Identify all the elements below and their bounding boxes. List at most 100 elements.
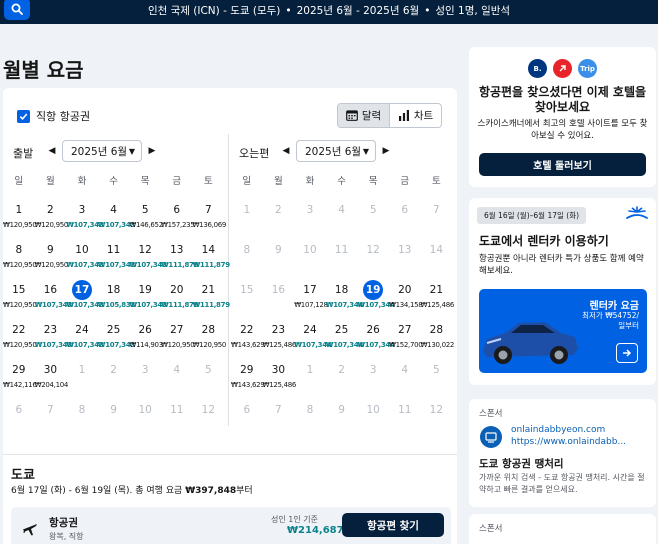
day-number: 13 <box>170 244 184 256</box>
advertiser-domain[interactable]: onlaindabbyeon.com <box>511 425 605 435</box>
prev-month-arrow-icon[interactable]: ◀ <box>47 146 57 156</box>
inbound-month-value: 2025년 6월 <box>305 145 362 158</box>
inbound-calendar: 오는편 ◀ 2025년 6월 ▼ ▶ 일월화수목금토 1 2 3 4 5 6 7 8 9 10 11 1… <box>231 136 455 438</box>
day-number: 6 <box>15 404 23 416</box>
sponsored-ad-2[interactable]: 스폰서 <box>469 514 656 544</box>
advertiser-url[interactable]: https://www.onlaindabb... <box>511 437 626 447</box>
day-number: 30 <box>43 364 58 376</box>
day-cell[interactable]: 29 ₩143,629 <box>231 358 265 398</box>
day-cell[interactable]: 23 ₩107,343 <box>35 318 73 358</box>
day-cell[interactable]: 30 ₩125,486 <box>263 358 297 398</box>
day-cell[interactable]: 30 ₩204,104 <box>34 358 69 398</box>
day-cell[interactable]: 7 ₩136,069 <box>192 198 227 238</box>
day-cell[interactable]: 19 ₩107,343 <box>129 278 167 318</box>
day-cell[interactable]: 11 ₩107,343 <box>98 238 136 278</box>
day-cell[interactable]: 23 ₩125,486 <box>262 318 297 358</box>
day-price: ₩120,950 <box>3 301 37 309</box>
day-cell: 10 <box>294 238 326 278</box>
day-cell[interactable]: 17 ₩107,128 <box>294 278 328 318</box>
weekday-label: 목 <box>368 176 378 187</box>
day-cell[interactable]: 19 ₩107,344 <box>357 278 395 318</box>
day-cell[interactable]: 8 ₩120,950 <box>3 238 37 278</box>
day-cell[interactable]: 16 ₩107,343 <box>35 278 73 318</box>
day-cell[interactable]: 26 ₩114,903 <box>129 318 163 358</box>
day-cell[interactable]: 27 ₩152,700 <box>389 318 423 358</box>
day-cell[interactable]: 2 ₩120,950 <box>35 198 69 238</box>
day-number: 9 <box>47 244 54 256</box>
day-cell[interactable]: 28 ₩130,022 <box>421 318 455 358</box>
day-cell[interactable]: 4 ₩107,343 <box>98 198 136 238</box>
day-cell: 1 <box>66 358 98 398</box>
car-promo-banner[interactable]: 렌터카 요금 최저가 ₩54752/일부터 <box>479 289 647 373</box>
sponsored-ad[interactable]: 스폰서 onlaindabbyeon.com https://www.onlai… <box>469 399 656 507</box>
day-cell[interactable]: 22 ₩120,950 <box>3 318 37 358</box>
day-cell[interactable]: 14 ₩111,879 <box>193 238 231 278</box>
day-cell: 9 <box>263 238 295 278</box>
day-cell[interactable]: 20 ₩134,158 <box>389 278 423 318</box>
day-cell[interactable]: 21 ₩125,486 <box>421 278 455 318</box>
day-number: 12 <box>138 244 152 256</box>
day-cell[interactable]: 27 ₩120,950 <box>161 318 195 358</box>
day-cell[interactable]: 12 ₩107,343 <box>129 238 167 278</box>
next-month-arrow-icon[interactable]: ▶ <box>381 146 391 156</box>
chart-view-button[interactable]: 차트 <box>389 104 441 127</box>
day-price: ₩107,343 <box>66 341 104 349</box>
day-cell[interactable]: 17 ₩107,343 <box>66 278 104 318</box>
day-number: 15 <box>12 284 26 296</box>
car-hire-card[interactable]: 6월 16일 (월)–6월 17일 (화) 도쿄에서 렌터카 이용하기 항공권뿐… <box>469 198 656 385</box>
outbound-month-select[interactable]: 2025년 6월 ▼ <box>62 140 142 162</box>
day-cell: 16 <box>263 278 295 318</box>
search-summary[interactable]: 인천 국제 (ICN) - 도쿄 (모두) • 2025년 6월 - 2025년 6… <box>0 3 658 18</box>
day-price: ₩125,486 <box>262 341 297 349</box>
inbound-month-select[interactable]: 2025년 6월 ▼ <box>296 140 376 162</box>
day-cell[interactable]: 20 ₩111,879 <box>161 278 199 318</box>
day-number: 2 <box>338 364 345 376</box>
day-price: ₩204,104 <box>34 381 69 389</box>
day-cell[interactable]: 10 ₩107,343 <box>66 238 104 278</box>
day-cell[interactable]: 18 ₩105,831 <box>98 278 136 318</box>
ad-title[interactable]: 도쿄 항공권 땡처리 <box>479 456 564 471</box>
day-cell[interactable]: 15 ₩120,950 <box>3 278 37 318</box>
find-flights-button[interactable]: 항공편 찾기 <box>342 513 444 537</box>
day-cell[interactable]: 25 ₩107,344 <box>326 318 364 358</box>
day-cell[interactable]: 5 ₩146,652 <box>129 198 163 238</box>
calendar-view-button[interactable]: 달력 <box>338 104 389 127</box>
ad-description: 가까운 위치 검색 - 도쿄 항공권 땡처리. 시간을 절약하고 빠른 결과를 … <box>479 473 645 494</box>
day-cell[interactable]: 25 ₩107,343 <box>98 318 136 358</box>
day-cell[interactable]: 22 ₩143,629 <box>231 318 265 358</box>
browse-hotels-button[interactable]: 호텔 둘러보기 <box>479 153 646 176</box>
summary-dates: 6월 17일 (화) - 6월 19일 (목). 총 여행 요금 ₩397,84… <box>11 483 253 496</box>
day-cell[interactable]: 26 ₩107,344 <box>357 318 395 358</box>
weekday-label: 토 <box>431 176 441 187</box>
car-promo-desc: 항공권뿐 아니라 렌터카 특가 상품도 함께 예약해보세요. <box>479 254 644 276</box>
day-price: ₩120,950 <box>3 341 37 349</box>
prev-month-arrow-icon[interactable]: ◀ <box>281 146 291 156</box>
chart-view-label: 차트 <box>413 110 434 122</box>
chevron-down-icon: ▼ <box>362 146 369 156</box>
day-cell[interactable]: 28 ₩120,950 <box>193 318 227 358</box>
day-cell[interactable]: 29 ₩142,116 <box>3 358 37 398</box>
day-cell: 11 <box>161 398 193 438</box>
day-cell: 7 <box>421 198 453 238</box>
day-cell: 10 <box>129 398 161 438</box>
day-cell[interactable]: 13 ₩111,879 <box>161 238 199 278</box>
day-cell[interactable]: 9 ₩120,950 <box>35 238 69 278</box>
chevron-down-icon: ▼ <box>128 146 135 156</box>
day-cell[interactable]: 6 ₩157,235 <box>161 198 195 238</box>
day-number: 14 <box>201 244 216 256</box>
day-cell: 4 <box>161 358 193 398</box>
weekday-label: 토 <box>203 176 213 187</box>
arrow-right-icon[interactable] <box>616 343 638 363</box>
day-price: ₩136,069 <box>192 221 227 229</box>
direct-flights-checkbox[interactable]: 직항 항공권 <box>17 108 90 124</box>
weekday-label: 수 <box>109 176 118 187</box>
day-cell[interactable]: 1 ₩120,950 <box>3 198 37 238</box>
day-cell[interactable]: 3 ₩107,343 <box>66 198 104 238</box>
checkbox-checked-icon[interactable] <box>17 109 30 123</box>
summary-dates-text: 6월 17일 (화) - 6월 19일 (목). 총 여행 요금 <box>11 486 186 496</box>
day-cell[interactable]: 24 ₩107,344 <box>294 318 332 358</box>
day-cell[interactable]: 21 ₩111,879 <box>193 278 231 318</box>
day-cell[interactable]: 24 ₩107,343 <box>66 318 104 358</box>
next-month-arrow-icon[interactable]: ▶ <box>147 146 157 156</box>
day-cell[interactable]: 18 ₩107,344 <box>326 278 364 318</box>
